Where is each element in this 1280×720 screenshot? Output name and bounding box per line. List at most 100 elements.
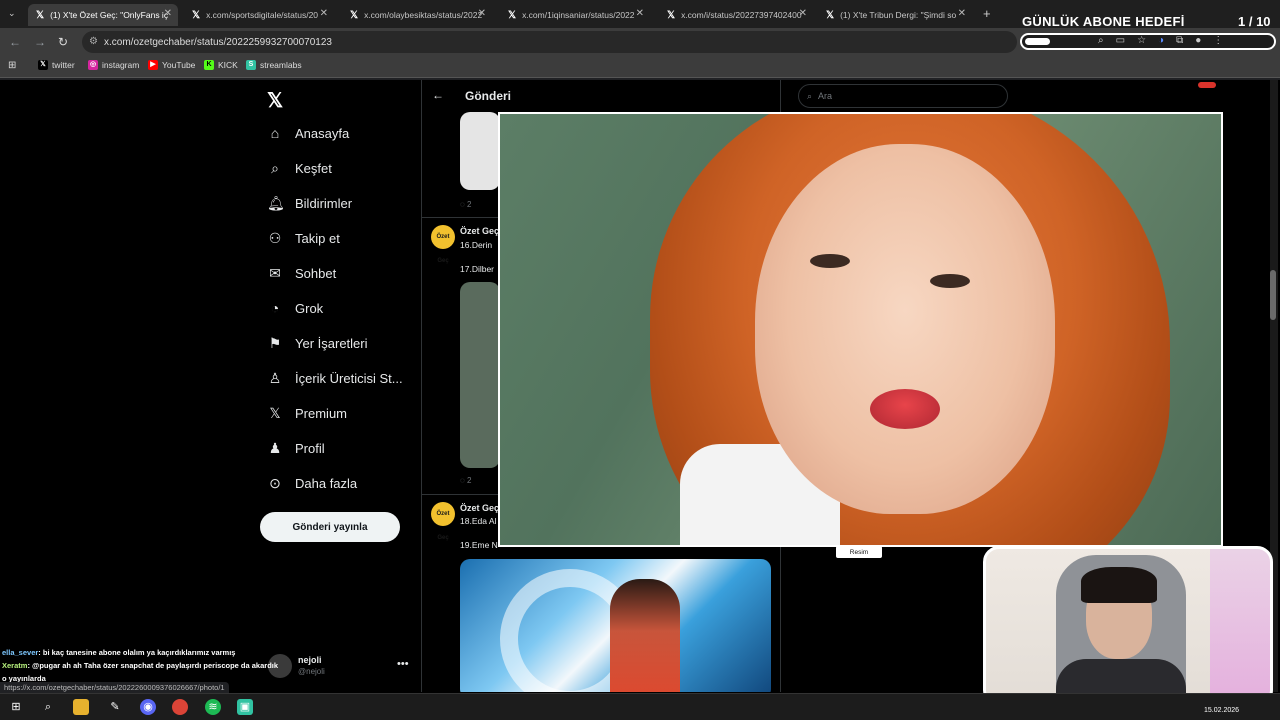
back-arrow-icon[interactable]: ← bbox=[432, 88, 444, 102]
nav-home[interactable]: ⌂ Anasayfa bbox=[267, 125, 349, 141]
x-logo-icon: 𝕏 bbox=[508, 9, 517, 21]
bell-icon: 🔔︎ bbox=[267, 195, 285, 211]
goal-title: GÜNLÜK ABONE HEDEFİ bbox=[1022, 14, 1185, 29]
tab-3[interactable]: 𝕏x.com/1iqinsaniar/status/2022 ✕ bbox=[500, 4, 650, 26]
tweet-image[interactable] bbox=[460, 282, 500, 468]
tweet-image[interactable] bbox=[460, 112, 500, 190]
tweet-avatar[interactable]: Özet Geç bbox=[431, 502, 455, 541]
close-icon[interactable]: ✕ bbox=[164, 8, 172, 19]
account-handle: @nejoli bbox=[298, 667, 325, 676]
bookmark-streamlabs[interactable]: Sstreamlabs bbox=[246, 60, 302, 70]
nav-label: Yer İşaretleri bbox=[295, 336, 368, 351]
tab-2[interactable]: 𝕏x.com/olaybesiktas/status/2022 ✕ bbox=[342, 4, 492, 26]
nav-premium[interactable]: 𝕏 Premium bbox=[267, 405, 347, 422]
nav-profile[interactable]: ♟ Profil bbox=[267, 440, 325, 457]
taskbar: ⊞ ⌕ ✎ ◉ ≋ ▣ 15.02.2026 bbox=[0, 693, 1280, 720]
bookmark-label: KICK bbox=[218, 60, 238, 70]
search-placeholder: Ara bbox=[818, 91, 833, 101]
nav-follow[interactable]: ⚇ Takip et bbox=[267, 230, 340, 247]
apps-icon[interactable]: ⊞ bbox=[8, 60, 16, 71]
zoom-icon[interactable]: ⌕ bbox=[1098, 35, 1104, 46]
tab-label: (1) X'te Özet Geç: "OnlyFans iç bbox=[50, 10, 169, 20]
x-logo-icon[interactable]: 𝕏 bbox=[267, 88, 283, 113]
close-icon[interactable]: ✕ bbox=[320, 8, 328, 19]
x-logo-icon: 𝕏 bbox=[38, 60, 48, 70]
profile-icon[interactable]: ● bbox=[1195, 35, 1201, 46]
close-icon[interactable]: ✕ bbox=[958, 8, 966, 19]
bookmark-youtube[interactable]: ▶ YouTube bbox=[148, 60, 195, 70]
bookmark-twitter[interactable]: 𝕏twitter bbox=[38, 60, 75, 70]
reload-icon[interactable]: ↻ bbox=[58, 35, 68, 49]
close-icon[interactable]: ✕ bbox=[478, 8, 486, 19]
windows-icon[interactable]: ⊞ bbox=[8, 699, 24, 715]
bookmark-instagram[interactable]: ◎ instagram bbox=[88, 60, 139, 70]
url-text: x.com/ozetgechaber/status/20222599327000… bbox=[104, 36, 332, 48]
forward-icon[interactable]: → bbox=[34, 35, 46, 49]
tab-1[interactable]: 𝕏x.com/sportsdigitale/status/20 ✕ bbox=[184, 4, 334, 26]
goal-progress-fill bbox=[1025, 38, 1050, 45]
nav-more[interactable]: ⊙ Daha fazla bbox=[267, 475, 357, 492]
app-icon[interactable]: ✎ bbox=[107, 699, 123, 715]
nav-label: Anasayfa bbox=[295, 125, 350, 141]
site-info-icon[interactable]: ⚙ bbox=[89, 36, 98, 47]
nav-explore[interactable]: ⌕ Keşfet bbox=[267, 160, 332, 177]
tab-label: x.com/sportsdigitale/status/20 bbox=[206, 10, 319, 20]
nav-chat[interactable]: ✉ Sohbet bbox=[267, 265, 336, 282]
extension-icon[interactable]: ◑ bbox=[1158, 35, 1164, 46]
mail-icon: ✉ bbox=[269, 265, 281, 281]
tab-search-icon[interactable]: ⌄ bbox=[8, 8, 16, 19]
follow-icon: ⚇ bbox=[268, 230, 282, 246]
more-icon[interactable]: ••• bbox=[397, 658, 409, 670]
reply-icon: ◌ bbox=[460, 476, 467, 485]
address-bar[interactable]: ⚙ x.com/ozetgechaber/status/202225993270… bbox=[82, 31, 1017, 53]
x-logo-icon: 𝕏 bbox=[36, 9, 45, 21]
tweet-avatar[interactable]: Özet Geç bbox=[431, 225, 455, 264]
webcam-hair bbox=[1081, 567, 1157, 603]
instagram-icon: ◎ bbox=[88, 60, 98, 70]
close-icon[interactable]: ✕ bbox=[636, 8, 644, 19]
tweet-author[interactable]: Özet Geç bbox=[460, 503, 499, 513]
back-icon[interactable]: ← bbox=[9, 35, 21, 49]
image-figure bbox=[610, 579, 680, 692]
tab-4[interactable]: 𝕏x.com/i/status/20227397402400 ✕ bbox=[659, 4, 813, 26]
post-button[interactable]: Gönderi yayınla bbox=[260, 512, 400, 542]
preview-eye bbox=[930, 274, 970, 288]
reply-count[interactable]: ◌ 2 bbox=[460, 200, 471, 209]
cast-icon[interactable]: ▭ bbox=[1116, 35, 1125, 46]
x-logo-icon: 𝕏 bbox=[826, 9, 835, 21]
nav-bookmarks[interactable]: ⚑ Yer İşaretleri bbox=[267, 335, 368, 352]
scroll-thumb[interactable] bbox=[1270, 270, 1276, 320]
chat-user: Xeratm bbox=[2, 661, 28, 670]
nav-grok[interactable]: ◔ Grok bbox=[267, 300, 323, 316]
puzzle-icon[interactable]: ⧉ bbox=[1176, 35, 1183, 46]
nav-creator-studio[interactable]: ♙ İçerik Üreticisi St... bbox=[267, 370, 403, 387]
tweet-image[interactable] bbox=[460, 559, 771, 692]
bookmark-kick[interactable]: K KICK bbox=[204, 60, 238, 70]
spotify-icon[interactable]: ≋ bbox=[205, 699, 221, 715]
search-icon[interactable]: ⌕ bbox=[40, 699, 56, 715]
grok-icon: ◔ bbox=[270, 300, 280, 316]
file-explorer-icon[interactable] bbox=[73, 699, 89, 715]
nav-notifications[interactable]: 🔔︎ Bildirimler bbox=[267, 195, 352, 212]
discord-icon[interactable]: ◉ bbox=[140, 699, 156, 715]
close-icon[interactable]: ✕ bbox=[799, 8, 807, 19]
tab-0[interactable]: 𝕏 (1) X'te Özet Geç: "OnlyFans iç ✕ bbox=[28, 4, 178, 26]
star-icon[interactable]: ☆ bbox=[1137, 35, 1146, 46]
goal-count: 1 / 10 bbox=[1238, 14, 1271, 29]
search-icon: ⌕ bbox=[271, 160, 279, 176]
reply-count[interactable]: ◌ 2 bbox=[460, 476, 471, 485]
new-tab-button[interactable]: + bbox=[983, 6, 991, 21]
reply-count-value: 2 bbox=[466, 476, 472, 485]
webcam-overlay bbox=[983, 546, 1273, 706]
tab-5[interactable]: 𝕏 (1) X'te Tribun Dergi: "Şimdi so ✕ bbox=[818, 4, 972, 26]
image-preview[interactable] bbox=[498, 112, 1223, 547]
preview-face bbox=[755, 144, 1055, 514]
x-logo-icon: 𝕏 bbox=[192, 9, 201, 21]
tweet-author[interactable]: Özet Geç bbox=[460, 226, 499, 236]
more-icon: ⊙ bbox=[269, 475, 281, 491]
tweet-text: 19.Eme N bbox=[460, 540, 498, 550]
streamlabs-icon[interactable]: ▣ bbox=[237, 699, 253, 715]
search-input[interactable]: ⌕ Ara bbox=[798, 84, 1008, 108]
menu-icon[interactable]: ⋮ bbox=[1213, 35, 1223, 46]
chrome-icon[interactable] bbox=[172, 699, 188, 715]
